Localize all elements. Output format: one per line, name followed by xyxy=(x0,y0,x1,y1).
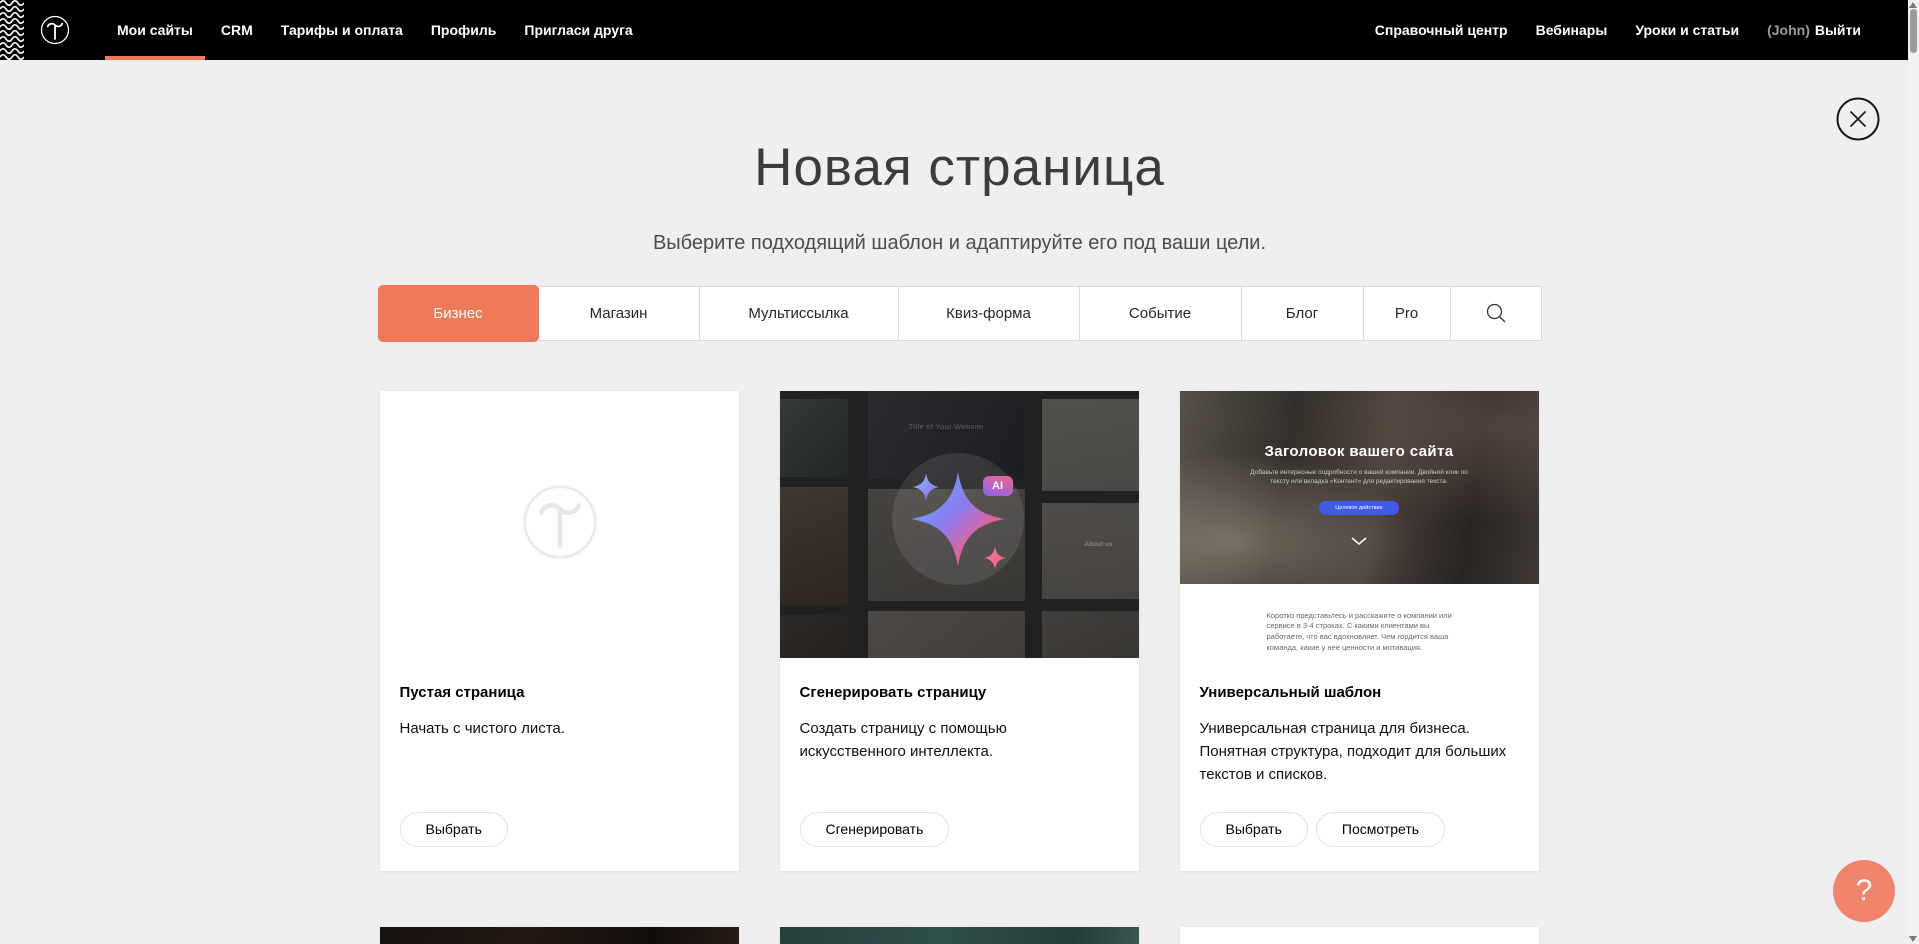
collage-dim-overlay xyxy=(780,391,1139,658)
tilda-logo-icon[interactable] xyxy=(37,12,73,48)
topbar-right-nav: Справочный центр Вебинары Уроки и статьи… xyxy=(1361,0,1919,60)
scroll-down-arrow-icon[interactable] xyxy=(1909,936,1917,942)
nav-item-tariffs[interactable]: Тарифы и оплата xyxy=(267,0,417,60)
card-description: Создать страницу с помощью искусственног… xyxy=(800,717,1050,764)
card-blank-page: Пустая страница Начать с чистого листа. … xyxy=(380,391,739,871)
template-body-thumbnail: Коротко представьтесь и расскажите о ком… xyxy=(1180,584,1539,655)
choose-button[interactable]: Выбрать xyxy=(400,812,508,847)
choose-button[interactable]: Выбрать xyxy=(1200,812,1308,847)
card-body: Пустая страница Начать с чистого листа. xyxy=(380,658,739,740)
tab-blog[interactable]: Блог xyxy=(1242,286,1364,341)
card-title: Сгенерировать страницу xyxy=(800,684,1119,701)
nav-item-invite-friend[interactable]: Пригласи друга xyxy=(510,0,646,60)
card-title: Универсальный шаблон xyxy=(1200,684,1519,701)
template-category-tabs: Бизнес Магазин Мультиссылка Квиз-форма С… xyxy=(378,286,1542,341)
universal-template-preview: Заголовок вашего сайта Добавьте интересн… xyxy=(1180,391,1539,658)
template-cards-row: Пустая страница Начать с чистого листа. … xyxy=(380,391,1540,871)
ai-badge: AI xyxy=(983,476,1013,496)
card-preview-partial[interactable] xyxy=(1180,927,1539,944)
nav-item-help-center[interactable]: Справочный центр xyxy=(1361,0,1522,60)
template-hero-thumbnail: Заголовок вашего сайта Добавьте интересн… xyxy=(1180,391,1539,584)
page-title: Новая страница xyxy=(0,136,1919,200)
tab-quiz-form[interactable]: Квиз-форма xyxy=(899,286,1080,341)
search-tab[interactable] xyxy=(1451,286,1542,341)
nav-item-crm[interactable]: CRM xyxy=(207,0,267,60)
card-universal-template: Заголовок вашего сайта Добавьте интересн… xyxy=(1180,391,1539,871)
card-description: Начать с чистого листа. xyxy=(400,717,719,740)
generate-button[interactable]: Сгенерировать xyxy=(800,812,950,847)
close-button[interactable] xyxy=(1836,97,1880,141)
tab-event[interactable]: Событие xyxy=(1080,286,1242,341)
tilda-watermark-icon xyxy=(513,475,607,569)
view-button[interactable]: Посмотреть xyxy=(1316,812,1445,847)
help-button[interactable]: ? xyxy=(1833,860,1895,922)
template-cta-button: Целевое действие xyxy=(1319,501,1398,515)
tab-multilink[interactable]: Мультиссылка xyxy=(700,286,899,341)
card-buttons: Выбрать xyxy=(400,812,508,847)
scrollbar[interactable] xyxy=(1908,0,1919,944)
template-body-text: Коротко представьтесь и расскажите о ком… xyxy=(1267,611,1467,655)
card-description: Универсальная страница для бизнеса. Поня… xyxy=(1200,717,1519,787)
tab-pro[interactable]: Pro xyxy=(1364,286,1451,341)
card-preview-partial[interactable] xyxy=(780,927,1139,944)
topbar: Мои сайты CRM Тарифы и оплата Профиль Пр… xyxy=(0,0,1919,60)
nav-item-logout[interactable]: (John) Выйти xyxy=(1753,0,1875,60)
card-body: Универсальный шаблон Универсальная стран… xyxy=(1180,658,1539,787)
ai-collage-preview: Title of Your Website About us xyxy=(780,391,1139,658)
blank-page-preview xyxy=(380,391,739,658)
tab-business[interactable]: Бизнес xyxy=(378,285,539,342)
tab-shop[interactable]: Магазин xyxy=(539,286,700,341)
user-name: (John) xyxy=(1767,22,1810,38)
nav-item-my-sites[interactable]: Мои сайты xyxy=(103,0,207,60)
template-hero-title: Заголовок вашего сайта xyxy=(1264,443,1453,460)
card-buttons: Сгенерировать xyxy=(800,812,950,847)
nav-item-profile[interactable]: Профиль xyxy=(417,0,511,60)
logout-label: Выйти xyxy=(1815,22,1861,38)
card-ai-generate: Title of Your Website About us xyxy=(780,391,1139,871)
card-title: Пустая страница xyxy=(400,684,719,701)
page-subtitle: Выберите подходящий шаблон и адаптируйте… xyxy=(0,232,1919,255)
template-hero-subtitle: Добавьте интересные подробности о вашей … xyxy=(1242,468,1477,488)
scroll-up-arrow-icon[interactable] xyxy=(1909,2,1917,8)
card-preview-partial[interactable] xyxy=(380,927,739,944)
nav-item-webinars[interactable]: Вебинары xyxy=(1522,0,1622,60)
next-templates-row xyxy=(380,927,1540,944)
card-buttons: Выбрать Посмотреть xyxy=(1200,812,1446,847)
topbar-left-nav: Мои сайты CRM Тарифы и оплата Профиль Пр… xyxy=(103,0,647,60)
scrollbar-thumb[interactable] xyxy=(1910,9,1917,53)
chevron-down-icon xyxy=(1351,537,1367,545)
nav-item-lessons[interactable]: Уроки и статьи xyxy=(1621,0,1753,60)
new-page-dialog: Новая страница Выберите подходящий шабло… xyxy=(0,136,1919,944)
search-icon xyxy=(1484,301,1508,325)
card-body: Сгенерировать страницу Создать страницу … xyxy=(780,658,1139,764)
zigzag-pattern-decoration xyxy=(0,0,24,60)
close-icon xyxy=(1836,97,1880,141)
